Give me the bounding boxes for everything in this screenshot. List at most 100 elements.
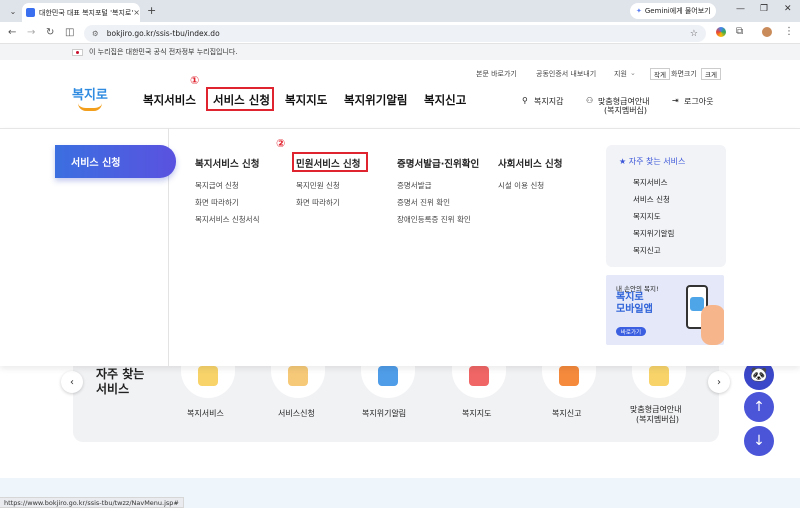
favorite-item[interactable]: 서비스 신청: [633, 194, 670, 205]
tab-search-icon[interactable]: ⌄: [4, 4, 22, 18]
favorites-title: ★ 자주 찾는 서비스: [619, 156, 685, 167]
cert-export-link[interactable]: 공동인증서 내보내기: [536, 69, 596, 79]
new-tab-button[interactable]: +: [147, 4, 156, 17]
highlight-box-step2: [292, 152, 368, 172]
next-arrow-button[interactable]: ›: [708, 371, 730, 393]
site-logo[interactable]: 복지로: [72, 84, 108, 103]
menu-item[interactable]: 복지서비스 신청서식: [195, 214, 259, 225]
gemini-button[interactable]: ✦ Gemini에게 물어보기: [630, 3, 716, 19]
font-size-label: 화면크기: [671, 70, 697, 78]
box-icon: [649, 366, 669, 386]
gnb-welfare-service[interactable]: 복지서비스: [143, 92, 196, 108]
minimize-icon[interactable]: —: [736, 4, 745, 14]
logout-link[interactable]: 로그아웃: [684, 96, 713, 107]
profile-avatar[interactable]: [762, 27, 772, 37]
address-bar[interactable]: ⚙ bokjiro.go.kr/ssis-tbu/index.do ☆: [84, 25, 706, 42]
col-head-welfare-apply[interactable]: 복지서비스 신청: [195, 156, 260, 170]
side-panel-icon[interactable]: ◫: [65, 27, 74, 38]
address-bar-row: ← → ↻ ◫ ⚙ bokjiro.go.kr/ssis-tbu/index.d…: [0, 22, 800, 44]
language-select[interactable]: 지원: [614, 69, 627, 79]
banner-title-line2: 모바일앱: [616, 304, 653, 315]
annotation-step2: ②: [276, 137, 286, 150]
menu-item[interactable]: 복지급여 신청: [195, 180, 239, 191]
back-icon[interactable]: ←: [8, 27, 16, 38]
star-icon: ★: [619, 157, 629, 166]
users-icon: ⚇: [586, 96, 594, 105]
banner-go-button[interactable]: 바로가기: [616, 327, 646, 336]
mobile-app-banner[interactable]: 내 손안의 복지! 복지로 모바일앱 바로가기: [606, 275, 724, 345]
favorite-item[interactable]: 복지신고: [633, 245, 661, 256]
favorite-item[interactable]: 복지위기알림: [633, 228, 674, 239]
bookmark-star-icon[interactable]: ☆: [690, 29, 698, 39]
font-small-button[interactable]: 작게: [650, 68, 670, 80]
menu-item[interactable]: 시설 이용 신청: [498, 180, 544, 191]
chevron-down-icon: ⌄: [630, 69, 636, 77]
highlight-box-step1: [206, 87, 274, 111]
service-label: 복지지도: [462, 409, 492, 418]
gemini-icon: ✦: [636, 7, 642, 15]
favorites-title-text: 자주 찾는 서비스: [628, 157, 686, 166]
gov-banner-text: 이 누리집은 대한민국 공식 전자정부 누리집입니다.: [89, 48, 238, 56]
service-label: 서비스신청: [278, 409, 315, 418]
heading-line1: 자주 찾는: [96, 367, 145, 381]
service-label: 복지신고: [552, 409, 582, 418]
gov-banner: 이 누리집은 대한민국 공식 전자정부 누리집입니다.: [0, 44, 800, 60]
tab-title: 대한민국 대표 복지포털 '복지로': [39, 8, 134, 17]
welfare-wallet-link[interactable]: 복지지갑: [534, 96, 563, 107]
menu-item[interactable]: 증명서발급: [397, 180, 432, 191]
forward-icon[interactable]: →: [27, 27, 35, 38]
reload-icon[interactable]: ↻: [46, 27, 54, 38]
col-head-certificate[interactable]: 증명서발급·진위확인: [397, 156, 479, 170]
service-label: 복지서비스: [187, 409, 224, 418]
mega-side-title[interactable]: 서비스 신청: [55, 145, 176, 178]
site-info-icon[interactable]: ⚙: [92, 29, 99, 38]
status-bar-url: https://www.bokjiro.go.kr/ssis-tbu/twzz/…: [0, 497, 184, 508]
tab-close-icon[interactable]: ×: [133, 8, 140, 17]
browser-menu-icon[interactable]: ⋮: [784, 26, 794, 37]
gnb-welfare-map[interactable]: 복지지도: [285, 92, 327, 108]
person-icon: [198, 366, 218, 386]
favorite-item[interactable]: 복지서비스: [633, 177, 668, 188]
extension-icon[interactable]: [716, 27, 726, 37]
favorite-item[interactable]: 복지지도: [633, 211, 661, 222]
annotation-step1: ①: [190, 74, 200, 87]
col-head-social-service[interactable]: 사회서비스 신청: [498, 156, 563, 170]
close-window-icon[interactable]: ✕: [784, 4, 792, 14]
banner-title: 복지로 모바일앱: [616, 292, 653, 316]
siren-icon: [559, 366, 579, 386]
browser-tab-strip: ⌄ 대한민국 대표 복지포털 '복지로' × + ✦ Gemini에게 물어보기…: [0, 0, 800, 22]
panda-icon: 🐼: [750, 367, 768, 383]
menu-item[interactable]: 화면 따라하기: [296, 197, 340, 208]
user-icon: ⚲: [522, 96, 528, 105]
service-label: 맞춤형급여안내: [630, 405, 682, 414]
maximize-icon[interactable]: ❐: [760, 4, 768, 14]
frequent-services-heading: 자주 찾는 서비스: [96, 367, 144, 397]
menu-item[interactable]: 화면 따라하기: [195, 197, 239, 208]
logo-smile-icon: [78, 103, 102, 111]
hand-icon: [701, 305, 724, 345]
service-label: 복지위기알림: [362, 409, 407, 418]
browser-tab[interactable]: 대한민국 대표 복지포털 '복지로' ×: [22, 3, 140, 22]
document-icon: [378, 366, 398, 386]
korean-flag-icon: [72, 48, 83, 56]
menu-item[interactable]: 장애인등록증 진위 확인: [397, 214, 471, 225]
logout-icon: ⇥: [672, 96, 679, 105]
hand-icon: [288, 366, 308, 386]
extensions-puzzle-icon[interactable]: ⧉: [736, 26, 743, 37]
menu-item[interactable]: 복지민원 신청: [296, 180, 340, 191]
scroll-down-button[interactable]: ↓: [744, 426, 774, 456]
heading-line2: 서비스: [96, 382, 130, 396]
building-icon: [469, 366, 489, 386]
prev-arrow-button[interactable]: ‹: [61, 371, 83, 393]
custom-benefit-sub: (복지멤버십): [604, 106, 648, 115]
banner-title-line1: 복지로: [616, 292, 644, 303]
gnb-crisis-alert[interactable]: 복지위기알림: [344, 92, 407, 108]
scroll-up-button[interactable]: ↑: [744, 392, 774, 422]
gemini-label: Gemini에게 물어보기: [644, 7, 711, 15]
font-large-button[interactable]: 크게: [701, 68, 721, 80]
service-label-sub: (복지멤버십): [636, 415, 680, 424]
skip-to-content-link[interactable]: 본문 바로가기: [476, 69, 517, 79]
url-text: bokjiro.go.kr/ssis-tbu/index.do: [106, 29, 220, 38]
menu-item[interactable]: 증명서 진위 확인: [397, 197, 450, 208]
gnb-welfare-report[interactable]: 복지신고: [424, 92, 466, 108]
